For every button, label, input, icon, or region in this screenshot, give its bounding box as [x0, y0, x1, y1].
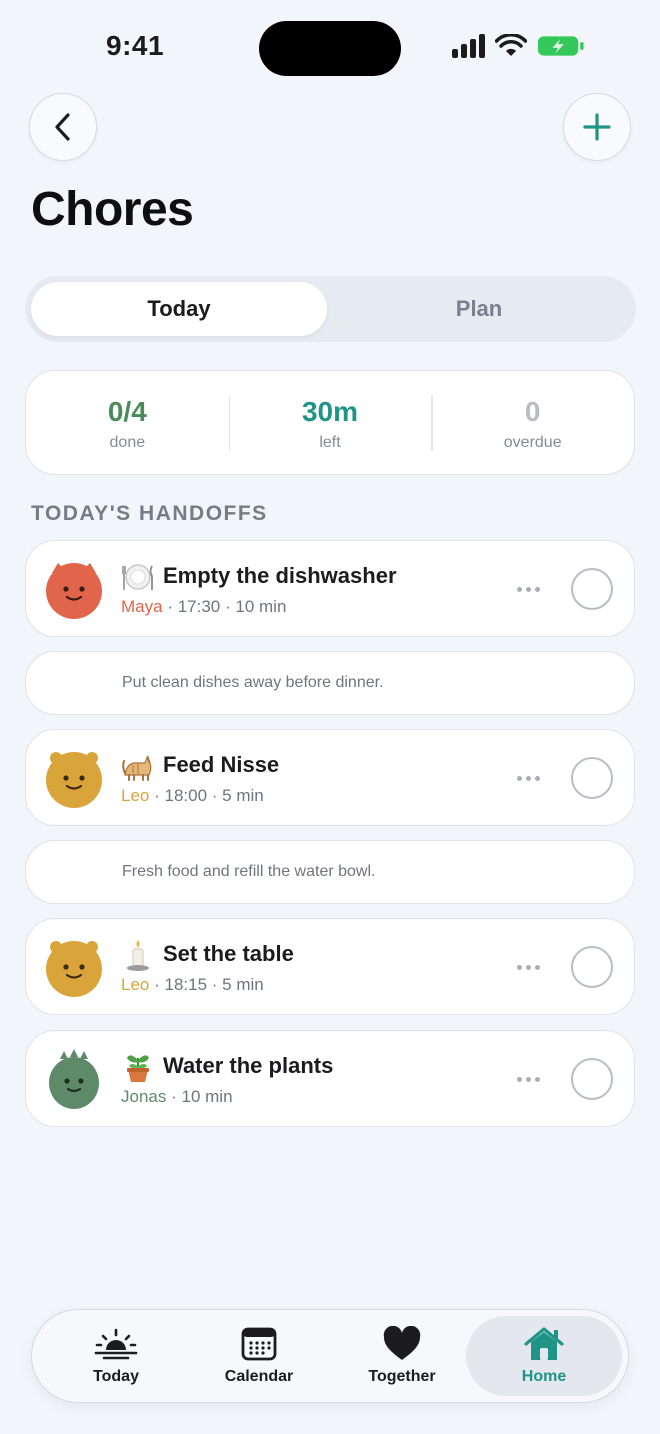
stat-label: overdue — [503, 433, 562, 451]
chore-time: 17:30 — [177, 597, 221, 616]
chore-meta: Leo · 18:00 · 5 min — [121, 786, 264, 806]
avatar-maya — [46, 563, 102, 619]
meta-separator: · — [211, 786, 223, 805]
page-title: Chores — [31, 183, 194, 236]
chore-assignee: Leo — [121, 786, 150, 805]
tab-bar: Today Calendar Together Home — [31, 1309, 629, 1403]
chore-note: Fresh food and refill the water bowl. — [25, 840, 635, 904]
meta-separator: · — [224, 597, 236, 616]
more-options-icon[interactable] — [517, 770, 543, 786]
section-title: TODAY'S HANDOFFS — [31, 502, 268, 525]
segment-plan[interactable]: Plan — [329, 282, 629, 336]
chore-assignee: Leo — [121, 975, 150, 994]
chore-title: Empty the dishwasher — [163, 563, 397, 588]
meta-separator: · — [171, 1087, 182, 1106]
tab-label: Together — [368, 1368, 436, 1385]
chore-assignee: Jonas — [121, 1087, 167, 1106]
tab-label: Home — [521, 1368, 567, 1385]
dynamic-island — [259, 21, 401, 76]
calendar-icon — [241, 1327, 277, 1361]
plate-icon — [122, 564, 153, 590]
cat-icon — [122, 755, 152, 781]
add-chore-button[interactable] — [563, 93, 631, 161]
signal-icon — [452, 34, 485, 58]
avatar-jonas — [49, 1049, 99, 1109]
stat-overdue: 0 overdue — [431, 371, 634, 474]
more-options-icon[interactable] — [517, 1071, 543, 1087]
view-segmented-control: Today Plan — [25, 276, 636, 342]
chevron-left-icon — [55, 113, 70, 141]
stats-card: 0/4 done 30m left 0 overdue — [25, 370, 635, 475]
plus-icon — [583, 113, 611, 141]
potted-plant-icon — [127, 1055, 149, 1082]
stat-label: done — [109, 433, 146, 451]
meta-separator: · — [154, 786, 165, 805]
stat-value: 30m — [301, 395, 359, 427]
stat-left: 30m left — [228, 371, 432, 474]
chore-duration: 10 min — [181, 1087, 233, 1106]
stat-value: 0/4 — [107, 395, 147, 427]
candle-icon — [127, 940, 149, 971]
complete-checkbox[interactable] — [571, 946, 613, 988]
chore-duration: 5 min — [222, 786, 264, 805]
chore-title: Feed Nisse — [163, 752, 280, 777]
more-options-icon[interactable] — [517, 581, 543, 597]
chore-assignee: Maya — [121, 597, 163, 616]
chore-card-set-table[interactable]: Set the table Leo · 18:15 · 5 min — [25, 918, 635, 1015]
sunrise-icon — [94, 1328, 138, 1360]
chore-title: Set the table — [163, 941, 294, 966]
stat-done: 0/4 done — [26, 371, 229, 474]
status-bar: 9:41 — [0, 0, 660, 96]
meta-separator: · — [167, 597, 178, 616]
chore-meta: Leo · 18:15 · 5 min — [121, 975, 264, 995]
house-icon — [524, 1327, 564, 1360]
tab-today[interactable]: Today — [45, 1316, 187, 1396]
chore-time: 18:00 — [164, 786, 208, 805]
chore-meta: Maya · 17:30 · 10 min — [121, 597, 286, 617]
status-time: 9:41 — [106, 30, 165, 61]
complete-checkbox[interactable] — [571, 568, 613, 610]
chore-duration: 5 min — [222, 975, 264, 994]
avatar-leo — [46, 941, 102, 997]
chore-card-feed-nisse[interactable]: Feed Nisse Leo · 18:00 · 5 min — [25, 729, 635, 826]
meta-separator: · — [211, 975, 223, 994]
tab-calendar[interactable]: Calendar — [188, 1316, 330, 1396]
complete-checkbox[interactable] — [571, 757, 613, 799]
meta-separator: · — [154, 975, 165, 994]
chore-duration: 10 min — [235, 597, 287, 616]
chore-card-dishwasher[interactable]: Empty the dishwasher Maya · 17:30 · 10 m… — [25, 540, 635, 637]
tab-home[interactable]: Home — [466, 1316, 622, 1396]
tab-label: Calendar — [224, 1368, 294, 1385]
stat-label: left — [319, 433, 341, 451]
back-button[interactable] — [29, 93, 97, 161]
avatar-leo — [46, 752, 102, 808]
chore-time: 18:15 — [164, 975, 208, 994]
status-icons — [452, 34, 585, 58]
complete-checkbox[interactable] — [571, 1058, 613, 1100]
chore-meta: Jonas · 10 min — [121, 1087, 233, 1107]
tab-label: Today — [93, 1368, 139, 1385]
segment-today[interactable]: Today — [31, 282, 327, 336]
wifi-icon — [495, 34, 527, 56]
tab-together[interactable]: Together — [331, 1316, 473, 1396]
chore-card-water-plants[interactable]: Water the plants Jonas · 10 min — [25, 1030, 635, 1127]
more-options-icon[interactable] — [517, 959, 543, 975]
battery-charging-icon — [537, 36, 584, 56]
stat-value: 0 — [524, 395, 541, 427]
chore-title: Water the plants — [163, 1053, 334, 1078]
chore-note: Put clean dishes away before dinner. — [25, 651, 635, 715]
heart-icon — [383, 1326, 421, 1360]
